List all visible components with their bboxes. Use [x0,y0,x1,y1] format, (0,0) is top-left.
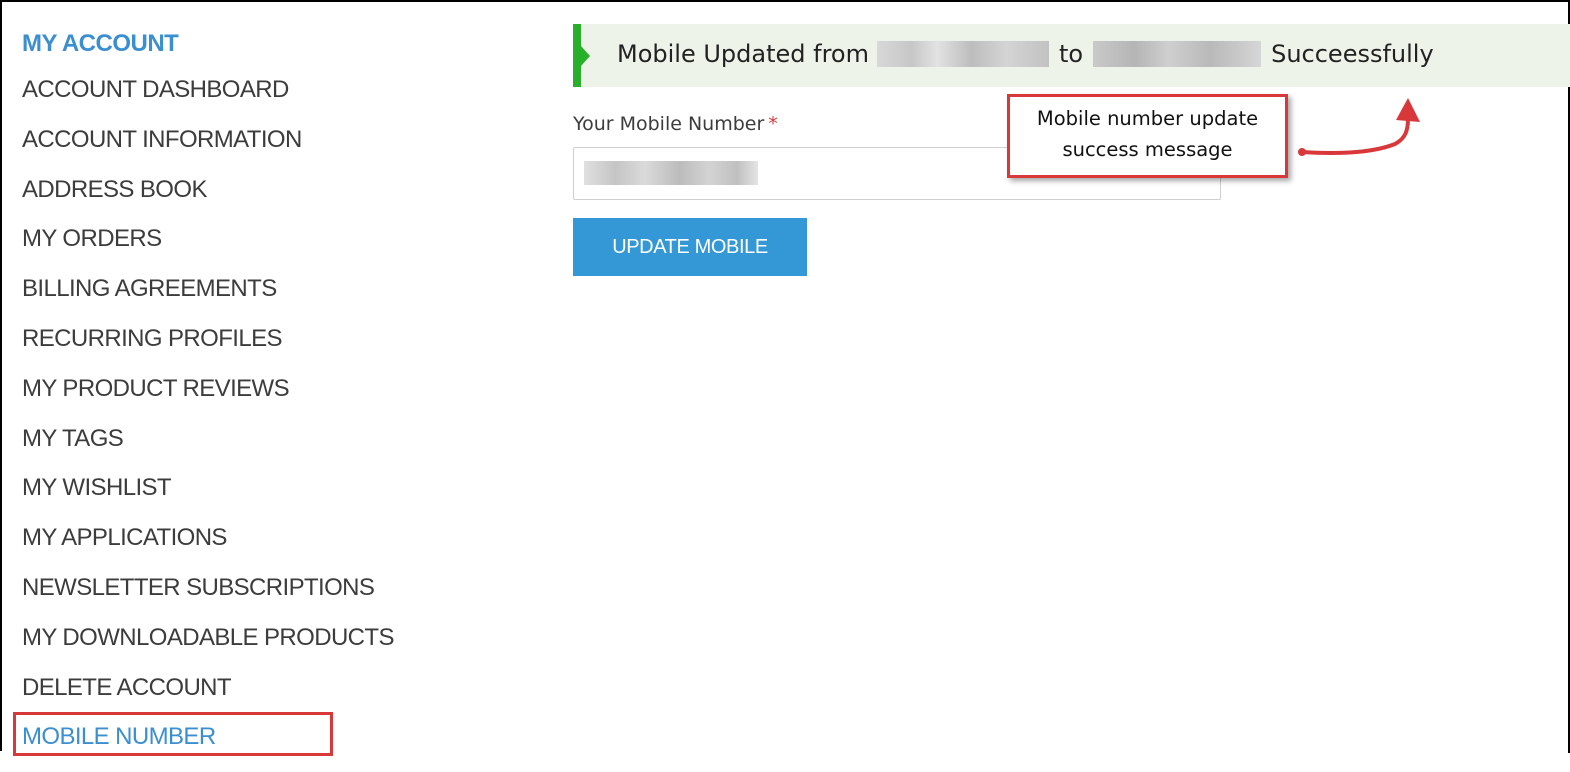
redacted-new-number [1093,41,1262,67]
sidebar-item-my-tags[interactable]: MY TAGS [22,424,442,474]
mobile-number-label: Your Mobile Number * [573,113,778,135]
sidebar-heading: MY ACCOUNT [22,30,179,57]
message-prefix: Mobile Updated from [617,40,869,68]
update-mobile-button[interactable]: UPDATE MOBILE [573,218,807,276]
message-suffix: Succeessfully [1271,40,1434,68]
sidebar-item-newsletter-subscriptions[interactable]: NEWSLETTER SUBSCRIPTIONS [22,573,442,623]
annotation-line-1: Mobile number update [1036,107,1259,130]
sidebar-item-account-dashboard[interactable]: ACCOUNT DASHBOARD [22,75,442,125]
annotation-highlight-box [13,712,333,756]
account-sidebar: MY ACCOUNT ACCOUNT DASHBOARD ACCOUNT INF… [22,27,442,772]
sidebar-item-my-product-reviews[interactable]: MY PRODUCT REVIEWS [22,374,442,424]
sidebar-item-billing-agreements[interactable]: BILLING AGREEMENTS [22,274,442,324]
sidebar-item-recurring-profiles[interactable]: RECURRING PROFILES [22,324,442,374]
sidebar-item-address-book[interactable]: ADDRESS BOOK [22,175,442,225]
required-mark: * [768,113,778,135]
success-indicator-icon [581,46,590,66]
mobile-number-label-text: Your Mobile Number [573,113,765,135]
sidebar-item-my-wishlist[interactable]: MY WISHLIST [22,473,442,523]
sidebar-item-account-information[interactable]: ACCOUNT INFORMATION [22,125,442,175]
annotation-line-2: success message [1062,138,1233,161]
redacted-old-number [877,41,1049,67]
redacted-input-value [584,161,758,185]
sidebar-item-my-orders[interactable]: MY ORDERS [22,224,442,274]
message-middle: to [1059,40,1084,68]
success-message: Mobile Updated from to Succeessfully [573,24,1570,87]
success-message-text: Mobile Updated from to Succeessfully [617,40,1434,68]
annotation-arrow-icon [1298,98,1420,156]
sidebar-item-my-downloadable-products[interactable]: MY DOWNLOADABLE PRODUCTS [22,623,442,673]
sidebar-item-my-applications[interactable]: MY APPLICATIONS [22,523,442,573]
annotation-callout: Mobile number update success message [1007,94,1288,178]
